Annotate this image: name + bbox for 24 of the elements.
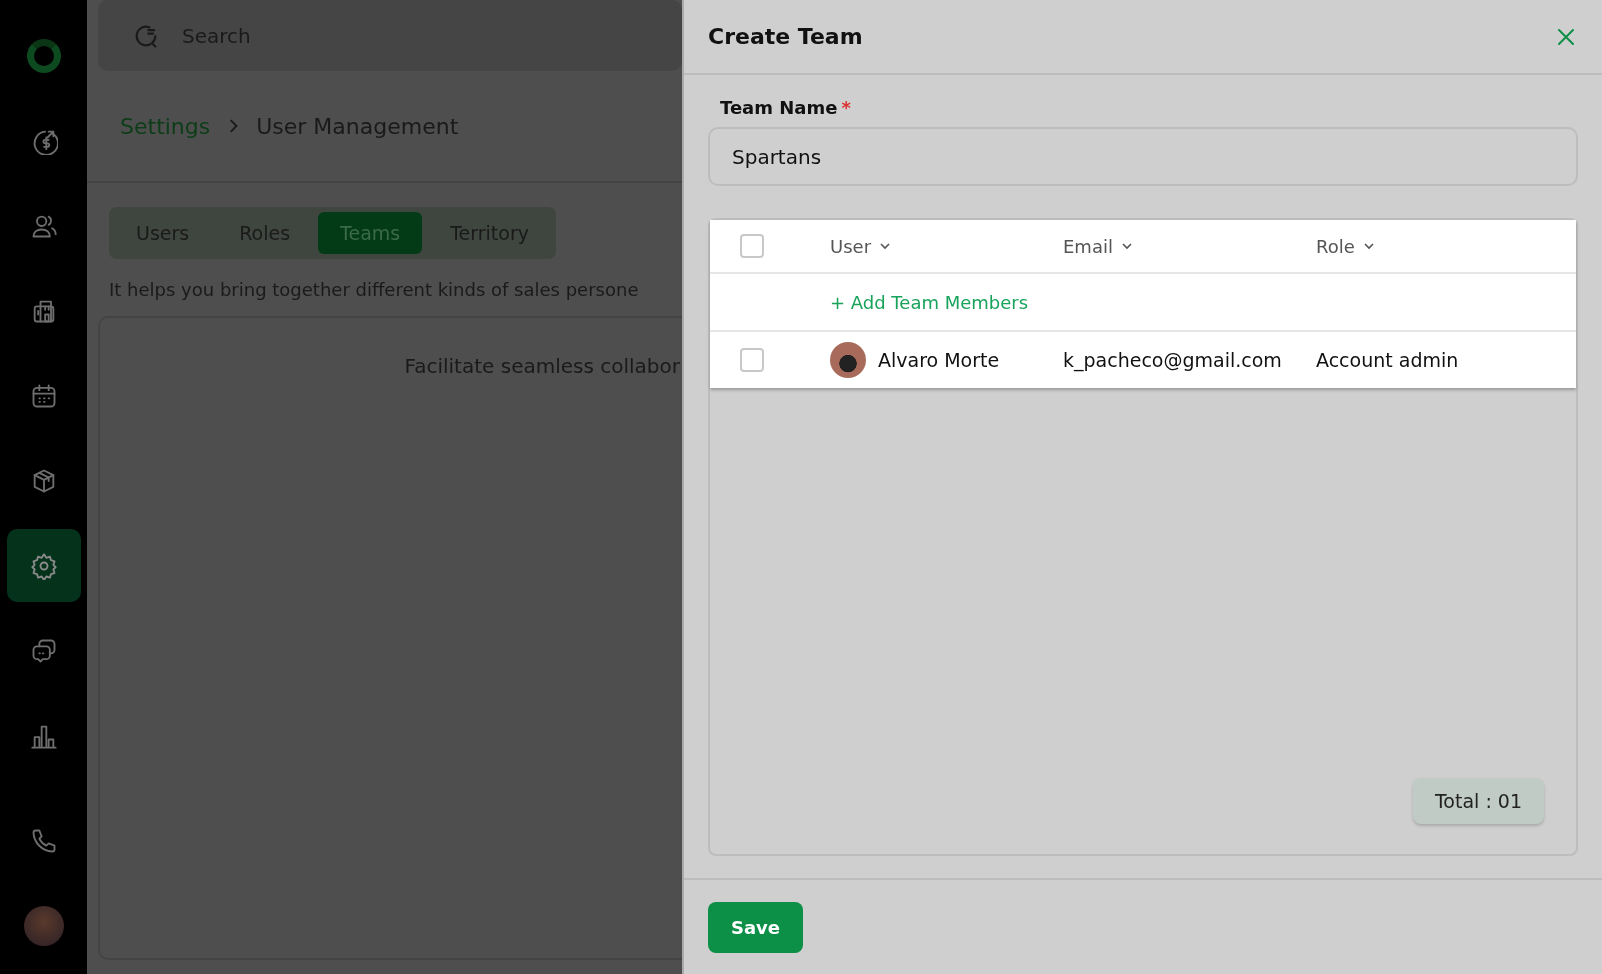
add-members-link[interactable]: + Add Team Members bbox=[830, 291, 1029, 313]
caret-icon bbox=[879, 240, 892, 252]
required-mark: * bbox=[841, 97, 851, 118]
column-header[interactable]: User bbox=[830, 235, 1063, 257]
column-header[interactable]: Role bbox=[1316, 235, 1576, 257]
avatar[interactable] bbox=[23, 905, 64, 946]
user-name: Alvaro Morte bbox=[878, 349, 1000, 371]
panel-title: Create Team bbox=[708, 24, 863, 49]
tab[interactable]: Teams bbox=[318, 212, 423, 254]
select-all-checkbox[interactable] bbox=[740, 234, 764, 258]
gear-icon bbox=[29, 551, 58, 580]
sidebar-item[interactable] bbox=[6, 529, 81, 603]
caret-icon bbox=[1362, 240, 1375, 252]
team-name-field[interactable]: Spartans bbox=[708, 127, 1578, 186]
email-cell-text: k_pacheco@gmail.com bbox=[1063, 349, 1283, 371]
row-checkbox[interactable] bbox=[740, 348, 764, 372]
caret-icon bbox=[1120, 240, 1133, 252]
role-cell-text: Account admin bbox=[1316, 349, 1460, 371]
save-button[interactable]: Save bbox=[708, 901, 804, 953]
avatar bbox=[830, 342, 866, 378]
total-badge: Total : 01 bbox=[1412, 778, 1544, 824]
column-header[interactable]: Email bbox=[1063, 235, 1316, 257]
logo-icon[interactable] bbox=[26, 39, 61, 74]
field-label: Team Name bbox=[720, 97, 838, 118]
